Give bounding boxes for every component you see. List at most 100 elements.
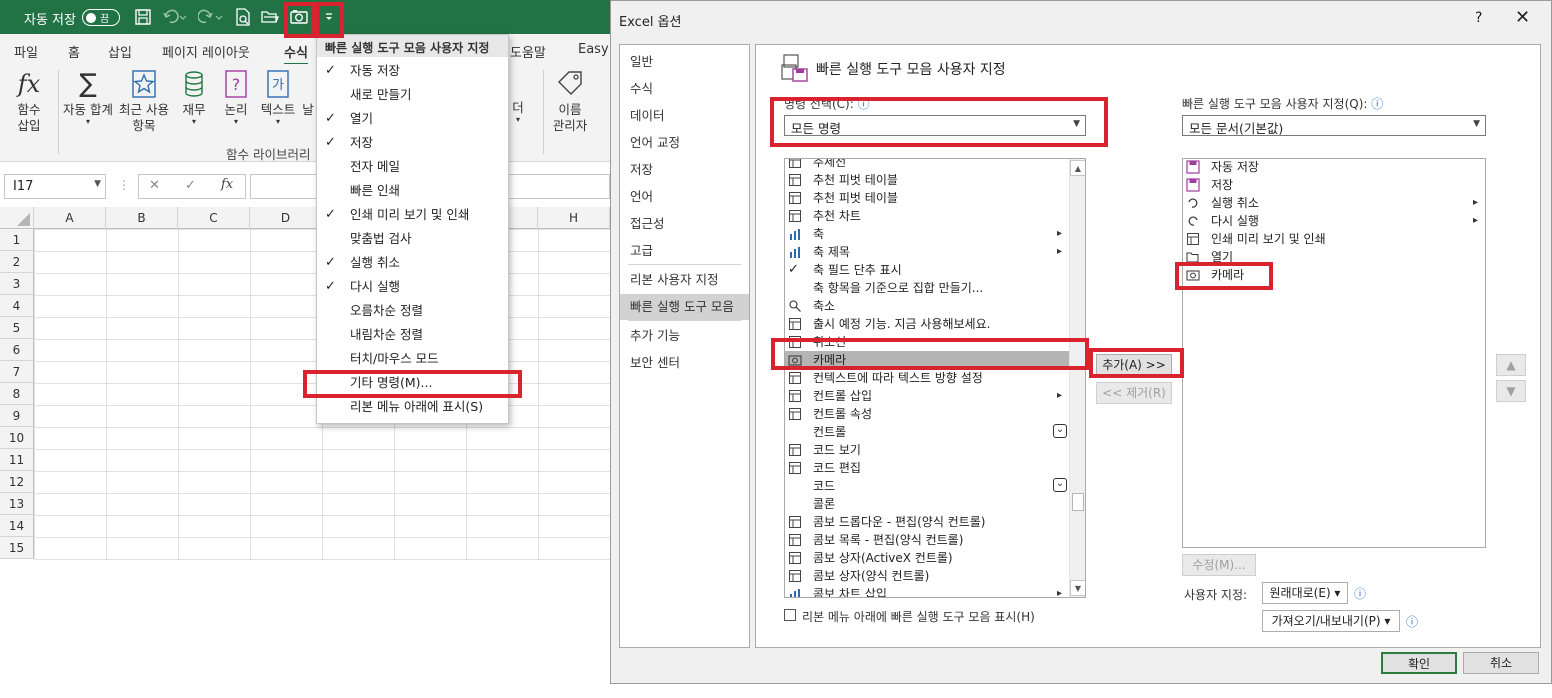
row-header[interactable]: 13 bbox=[0, 493, 34, 515]
qat-list-item[interactable]: 저장 bbox=[1183, 176, 1485, 194]
command-item[interactable]: 축 항목을 기준으로 집합 만들기... bbox=[785, 279, 1069, 297]
command-item[interactable]: 축 ▸ bbox=[785, 225, 1069, 243]
qat-list-item[interactable]: 카메라 bbox=[1183, 266, 1485, 284]
move-up-button[interactable]: ▲ bbox=[1496, 354, 1526, 376]
command-item[interactable]: 축소 bbox=[785, 297, 1069, 315]
nav-item[interactable]: 추가 기능 bbox=[620, 323, 749, 349]
import-export-button[interactable]: 가져오기/내보내기(P) ▾ bbox=[1262, 610, 1400, 632]
nav-item[interactable]: 데이터 bbox=[620, 103, 749, 129]
customize-qat-dropdown-icon[interactable] bbox=[320, 8, 338, 26]
command-item[interactable]: 컨트롤 ⌄ bbox=[785, 423, 1069, 441]
save-icon[interactable] bbox=[134, 8, 152, 26]
nav-item[interactable]: 저장 bbox=[620, 157, 749, 183]
nav-item[interactable]: 접근성 bbox=[620, 211, 749, 237]
command-item[interactable]: 콤보 목록 - 편집(양식 컨트롤) bbox=[785, 531, 1069, 549]
command-item[interactable]: 콤보 상자(양식 컨트롤) bbox=[785, 567, 1069, 585]
menu-item[interactable]: ✓ 자동 저장 bbox=[317, 59, 508, 83]
command-item[interactable]: 코드 ⌄ bbox=[785, 477, 1069, 495]
command-item[interactable]: 축 제목 ▸ bbox=[785, 243, 1069, 261]
menu-item[interactable]: ✓ 인쇄 미리 보기 및 인쇄 bbox=[317, 203, 508, 227]
command-item[interactable]: 코드 보기 bbox=[785, 441, 1069, 459]
qat-list-item[interactable]: 다시 실행 ▸ bbox=[1183, 212, 1485, 230]
print-preview-icon[interactable] bbox=[234, 8, 252, 26]
tab-file[interactable]: 파일 bbox=[14, 42, 38, 61]
command-item[interactable]: 콜론 bbox=[785, 495, 1069, 513]
menu-item[interactable]: 기타 명령(M)... bbox=[317, 371, 508, 395]
row-header[interactable]: 6 bbox=[0, 339, 34, 361]
column-header[interactable]: B bbox=[106, 207, 178, 229]
command-item[interactable]: 콤보 드롭다운 - 편집(양식 컨트롤) bbox=[785, 513, 1069, 531]
menu-item[interactable]: ✓ 다시 실행 bbox=[317, 275, 508, 299]
row-header[interactable]: 9 bbox=[0, 405, 34, 427]
nav-item[interactable]: 일반 bbox=[620, 49, 749, 75]
command-item-selected[interactable]: 카메라 bbox=[785, 351, 1069, 369]
redo-icon[interactable] bbox=[198, 8, 224, 26]
menu-item[interactable]: ✓ 열기 bbox=[317, 107, 508, 131]
modify-button[interactable]: 수정(M)... bbox=[1182, 554, 1256, 576]
menu-item[interactable]: 내림차순 정렬 bbox=[317, 323, 508, 347]
command-item[interactable]: 컨텍스트에 따라 텍스트 방향 설정 bbox=[785, 369, 1069, 387]
command-item[interactable]: 출시 예정 기능. 지금 사용해보세요. bbox=[785, 315, 1069, 333]
nav-item[interactable]: 고급 bbox=[620, 238, 749, 264]
nav-item[interactable]: 빠른 실행 도구 모음 bbox=[620, 294, 749, 320]
row-header[interactable]: 12 bbox=[0, 471, 34, 493]
row-header[interactable]: 8 bbox=[0, 383, 34, 405]
text-button[interactable]: 가 텍스트 ▾ bbox=[258, 68, 298, 126]
command-item[interactable]: 코드 편집 bbox=[785, 459, 1069, 477]
qat-list-item[interactable]: 열기 bbox=[1183, 248, 1485, 266]
nav-item[interactable]: 언어 교정 bbox=[620, 130, 749, 156]
help-button[interactable]: ? bbox=[1475, 10, 1482, 26]
command-item[interactable]: 추천 피벗 테이블 bbox=[785, 189, 1069, 207]
tab-home[interactable]: 홈 bbox=[68, 42, 80, 61]
close-button[interactable]: ✕ bbox=[1515, 7, 1530, 28]
scroll-thumb[interactable] bbox=[1072, 493, 1084, 511]
command-item[interactable]: 추세선 bbox=[785, 159, 1069, 171]
command-item[interactable]: 컨트롤 삽입 ▸ bbox=[785, 387, 1069, 405]
tab-page-layout[interactable]: 페이지 레이아웃 bbox=[162, 42, 250, 61]
financial-button[interactable]: 재무 ▾ bbox=[176, 68, 212, 126]
camera-icon[interactable] bbox=[290, 8, 308, 26]
command-item[interactable]: 취소선 bbox=[785, 333, 1069, 351]
command-item[interactable]: 콤보 차트 삽입 ▸ bbox=[785, 585, 1069, 597]
tab-easy[interactable]: Easy bbox=[578, 42, 609, 57]
column-header[interactable]: A bbox=[34, 207, 106, 229]
menu-item[interactable]: 새로 만들기 bbox=[317, 83, 508, 107]
qat-list-item[interactable]: 실행 취소 ▸ bbox=[1183, 194, 1485, 212]
nav-item[interactable]: 수식 bbox=[620, 76, 749, 102]
row-header[interactable]: 15 bbox=[0, 537, 34, 559]
menu-item[interactable]: 터치/마우스 모드 bbox=[317, 347, 508, 371]
nav-item[interactable]: 리본 사용자 지정 bbox=[620, 267, 749, 293]
row-header[interactable]: 7 bbox=[0, 361, 34, 383]
insert-function-button[interactable]: fx 함수 삽입 bbox=[8, 68, 50, 134]
menu-item[interactable]: 빠른 인쇄 bbox=[317, 179, 508, 203]
row-header[interactable]: 4 bbox=[0, 295, 34, 317]
cancel-icon[interactable]: ✕ bbox=[149, 178, 160, 193]
undo-icon[interactable] bbox=[162, 8, 188, 26]
enter-icon[interactable]: ✓ bbox=[185, 178, 196, 193]
select-all-corner[interactable] bbox=[0, 207, 34, 229]
command-item[interactable]: 추천 피벗 테이블 bbox=[785, 171, 1069, 189]
remove-button[interactable]: << 제거(R) bbox=[1096, 382, 1172, 404]
autosave-toggle[interactable]: 끔 bbox=[82, 9, 120, 26]
qat-list-item[interactable]: 자동 저장 bbox=[1183, 159, 1485, 176]
column-header[interactable]: D bbox=[250, 207, 322, 229]
nav-item[interactable]: 언어 bbox=[620, 184, 749, 210]
nav-item[interactable]: 보안 센터 bbox=[620, 350, 749, 376]
menu-item[interactable]: ✓ 실행 취소 bbox=[317, 251, 508, 275]
tab-insert[interactable]: 삽입 bbox=[108, 42, 132, 61]
row-header[interactable]: 1 bbox=[0, 229, 34, 251]
qat-list[interactable]: 자동 저장 저장 실행 취소 ▸ 다시 실행 ▸ 인쇄 미리 보기 및 인쇄 열기 카메라 bbox=[1182, 158, 1486, 548]
insert-function-icon[interactable]: fx bbox=[221, 177, 233, 192]
tab-help[interactable]: 도움말 bbox=[510, 42, 546, 61]
customize-qat-select[interactable]: 모든 문서(기본값) ▼ bbox=[1182, 115, 1486, 136]
scroll-down-icon[interactable]: ▼ bbox=[1070, 580, 1085, 596]
menu-item[interactable]: 전자 메일 bbox=[317, 155, 508, 179]
show-below-ribbon-checkbox[interactable] bbox=[784, 609, 796, 621]
ok-button[interactable]: 확인 bbox=[1381, 652, 1457, 674]
column-header[interactable]: C bbox=[178, 207, 250, 229]
command-item[interactable]: ✓ 축 필드 단추 표시 bbox=[785, 261, 1069, 279]
cancel-button[interactable]: 취소 bbox=[1463, 652, 1539, 674]
commands-scrollbar[interactable]: ▲ ▼ bbox=[1069, 159, 1085, 597]
row-header[interactable]: 10 bbox=[0, 427, 34, 449]
column-header[interactable]: H bbox=[538, 207, 610, 229]
